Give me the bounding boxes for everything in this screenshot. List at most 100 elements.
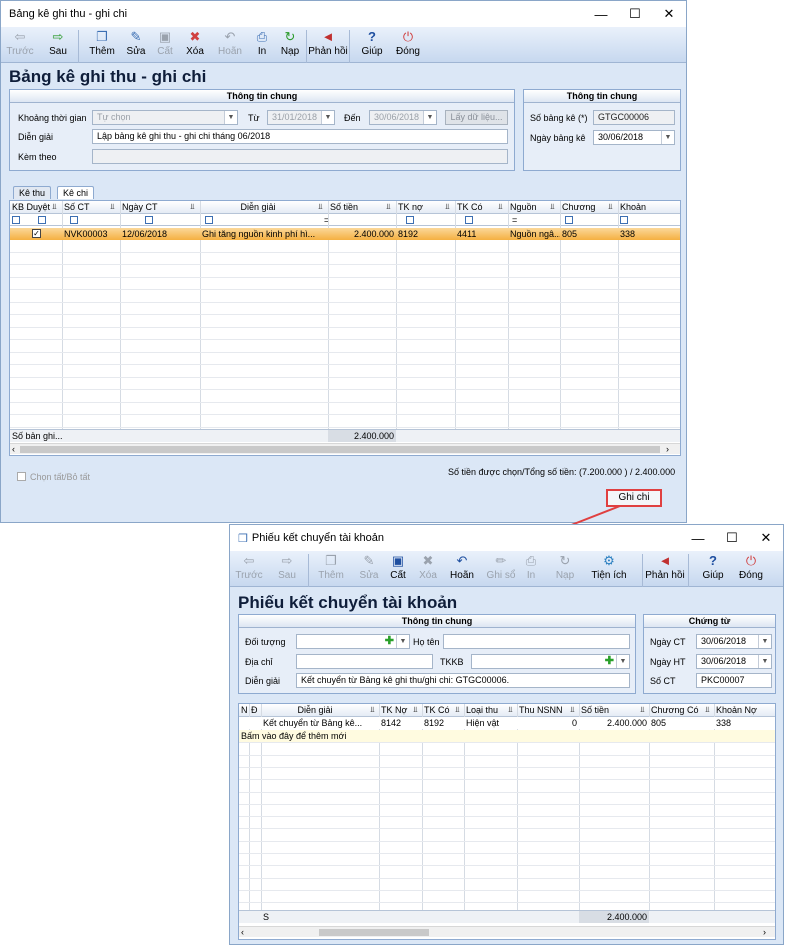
chevron-down-icon[interactable]: ▼ — [423, 111, 436, 124]
pin-icon[interactable]: ⫫ — [640, 705, 645, 715]
scroll-thumb[interactable] — [20, 446, 660, 453]
row-divider — [239, 889, 775, 891]
toolbar-button-12[interactable]: ? Giúp — [696, 553, 730, 581]
print-icon: ⎙ — [256, 29, 268, 44]
filter-box-icon[interactable] — [145, 216, 153, 224]
horizontal-scrollbar[interactable]: ‹ › — [239, 926, 775, 937]
pin-icon[interactable]: ⫫ — [413, 705, 418, 715]
scroll-right-icon[interactable]: › — [664, 443, 674, 455]
period-select[interactable]: Tự chọn ▼ — [92, 110, 238, 125]
toolbar-button-13[interactable]: ⏻ Đóng — [734, 553, 768, 581]
filter-box-icon[interactable] — [565, 216, 573, 224]
filter-box-icon[interactable] — [205, 216, 213, 224]
chevron-down-icon[interactable]: ▼ — [224, 111, 237, 124]
pin-icon[interactable]: ⫫ — [110, 202, 115, 212]
table-row[interactable]: Kết chuyển từ Bảng kê... 8142 8192 Hiện vật… — [239, 717, 775, 729]
minimize-button[interactable]: — — [681, 525, 715, 551]
tab-ke-chi[interactable]: Kê chi — [57, 186, 95, 199]
pin-icon[interactable]: ⫫ — [550, 202, 555, 212]
to-date-input[interactable]: 30/06/2018 ▼ — [369, 110, 437, 125]
toolbar-button-0[interactable]: ⇦ Trước — [232, 553, 266, 581]
object-input[interactable]: ▼ ✚ — [296, 634, 410, 649]
from-date-input[interactable]: 31/01/2018 ▼ — [267, 110, 335, 125]
toolbar-button-7[interactable]: ✏ Ghi sổ — [484, 553, 518, 581]
address-input[interactable] — [296, 654, 433, 669]
attach-input[interactable] — [92, 149, 508, 164]
date-ct-value: 30/06/2018 — [701, 636, 747, 646]
close-window-button[interactable]: ✕ — [749, 525, 783, 551]
select-all-checkbox[interactable] — [17, 472, 26, 481]
toolbar-button-10[interactable]: ⚙ Tiện ích — [591, 553, 626, 581]
toolbar-button-0[interactable]: ⇦ Trước — [3, 29, 37, 57]
voucher-date-input[interactable]: 30/06/2018 ▼ — [593, 130, 675, 145]
add-row[interactable]: Bấm vào đây để thêm mới — [239, 730, 775, 742]
pin-icon[interactable]: ⫫ — [455, 705, 460, 715]
toolbar-button-9[interactable]: ◄ Phản hồi — [308, 29, 347, 57]
maximize-button[interactable]: ☐ — [715, 525, 749, 551]
scroll-thumb[interactable] — [319, 929, 429, 936]
toolbar-button-4[interactable]: ▣ Cất — [148, 29, 182, 57]
date-ht-input[interactable]: 30/06/2018 ▼ — [696, 654, 772, 669]
tab-ke-thu[interactable]: Kê thu — [13, 186, 52, 199]
pin-icon[interactable]: ⫫ — [52, 202, 57, 212]
scroll-right-icon[interactable]: › — [761, 926, 771, 938]
toolbar-button-5[interactable]: ✖ Xóa — [411, 553, 445, 581]
pin-icon[interactable]: ⫫ — [508, 705, 513, 715]
chevron-down-icon[interactable]: ▼ — [758, 635, 771, 648]
chevron-down-icon[interactable]: ▼ — [396, 635, 409, 648]
maximize-button[interactable]: ☐ — [618, 1, 652, 27]
desc-input[interactable]: Kết chuyển từ Bảng kê ghi thu/ghi chi: G… — [296, 673, 630, 688]
pin-icon[interactable]: ⫫ — [570, 705, 575, 715]
toolbar-button-4[interactable]: ▣ Cất — [381, 553, 415, 581]
pin-icon[interactable]: ⫫ — [370, 705, 375, 715]
pin-icon[interactable]: ⫫ — [608, 202, 613, 212]
chevron-down-icon[interactable]: ▼ — [321, 111, 334, 124]
table-row[interactable]: ✓ NVK00003 12/06/2018 Ghi tăng nguồn kinh p… — [10, 228, 680, 240]
tkkb-input[interactable]: ▼ ✚ — [471, 654, 630, 669]
toolbar-button-8[interactable]: ↻ Nạp — [273, 29, 307, 57]
filter-checkbox[interactable] — [38, 216, 46, 224]
filter-checkbox[interactable] — [12, 216, 20, 224]
pin-icon[interactable]: ⫫ — [318, 202, 323, 212]
cell-nguon: Nguồn ngâ... — [510, 229, 560, 239]
plus-icon[interactable]: ✚ — [385, 635, 394, 648]
pin-icon[interactable]: ⫫ — [445, 202, 450, 212]
toolbar-button-9[interactable]: ↻ Nạp — [548, 553, 582, 581]
pin-icon[interactable]: ⫫ — [386, 202, 391, 212]
date-ct-input[interactable]: 30/06/2018 ▼ — [696, 634, 772, 649]
chevron-down-icon[interactable]: ▼ — [661, 131, 674, 144]
voucher-no-input[interactable]: PKC00007 — [696, 673, 772, 688]
filter-box-icon[interactable] — [465, 216, 473, 224]
fetch-data-button[interactable]: Lấy dữ liệu... — [445, 110, 508, 125]
filter-box-icon[interactable] — [406, 216, 414, 224]
filter-box-icon[interactable] — [70, 216, 78, 224]
minimize-button[interactable]: — — [584, 1, 618, 27]
cell-khoan_no: 338 — [716, 718, 732, 728]
toolbar-button-5[interactable]: ✖ Xóa — [178, 29, 212, 57]
scroll-left-icon[interactable]: ‹ — [10, 443, 18, 455]
toolbar-button-10[interactable]: ? Giúp — [355, 29, 389, 57]
toolbar-button-11[interactable]: ◄ Phản hồi — [645, 553, 684, 581]
scroll-left-icon[interactable]: ‹ — [239, 926, 247, 938]
toolbar-button-2[interactable]: ❐ Thêm — [314, 553, 348, 581]
chevron-down-icon[interactable]: ▼ — [758, 655, 771, 668]
name-input[interactable] — [443, 634, 630, 649]
chevron-down-icon[interactable]: ▼ — [616, 655, 629, 668]
filter-box-icon[interactable] — [620, 216, 628, 224]
horizontal-scrollbar[interactable]: ‹ › — [10, 443, 680, 454]
pin-icon[interactable]: ⫫ — [498, 202, 503, 212]
toolbar-button-2[interactable]: ❐ Thêm — [85, 29, 119, 57]
toolbar-button-1[interactable]: ⇨ Sau — [41, 29, 75, 57]
pin-icon[interactable]: ⫫ — [190, 202, 195, 212]
approved-checkbox[interactable]: ✓ — [32, 229, 41, 238]
toolbar-button-6[interactable]: ↶ Hoãn — [213, 29, 247, 57]
desc-input[interactable]: Lập bảng kê ghi thu - ghi chi tháng 06/2… — [92, 129, 508, 144]
voucher-no-input[interactable]: GTGC00006 — [593, 110, 675, 125]
close-window-button[interactable]: ✕ — [652, 1, 686, 27]
toolbar-button-8[interactable]: ⎙ In — [514, 553, 548, 581]
toolbar-button-11[interactable]: ⏻ Đóng — [391, 29, 425, 57]
plus-icon[interactable]: ✚ — [605, 655, 614, 668]
pin-icon[interactable]: ⫫ — [705, 705, 710, 715]
toolbar-button-6[interactable]: ↶ Hoãn — [445, 553, 479, 581]
toolbar-button-1[interactable]: ⇨ Sau — [270, 553, 304, 581]
